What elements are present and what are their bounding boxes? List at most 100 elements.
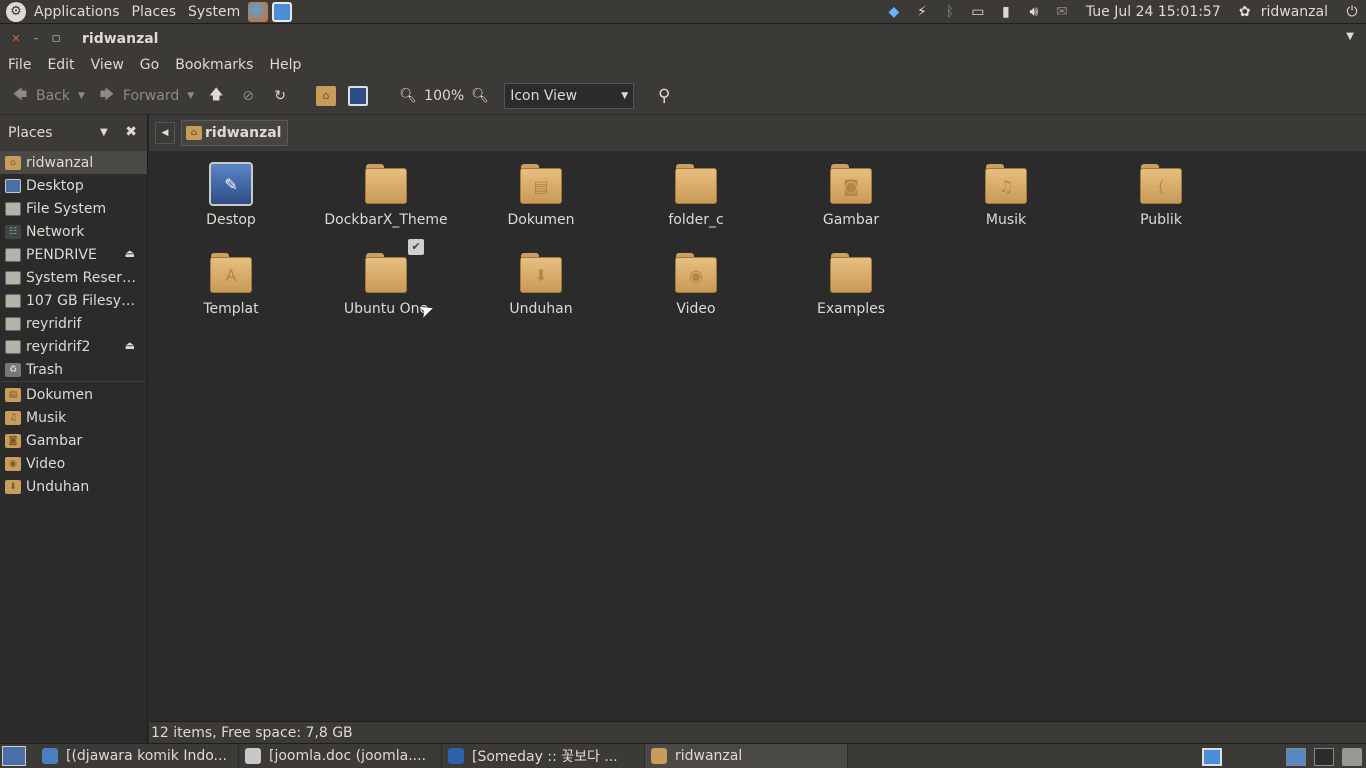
breadcrumb[interactable]: ⌂ ridwanzal — [181, 120, 289, 146]
view-mode-select[interactable]: Icon View ▼ — [504, 82, 635, 109]
file-item-gambar[interactable]: ◙ Gambar — [781, 162, 921, 228]
file-icon-view[interactable]: ✎ Destop DockbarX_Theme ▤ Dokumen folder… — [149, 152, 1366, 721]
taskbar-item[interactable]: [Someday :: 꽃보다 ... — [442, 744, 645, 768]
zoom-in-button[interactable]: 🔍︎ — [464, 81, 496, 111]
file-item-ubuntu-one[interactable]: ✔ Ubuntu One — [316, 239, 456, 317]
places-menu[interactable]: Places — [126, 4, 183, 20]
home-button[interactable]: ⌂ — [310, 81, 342, 111]
menu-edit[interactable]: Edit — [39, 57, 82, 73]
sidebar-item-trash[interactable]: ♻ Trash — [0, 358, 147, 381]
power-icon[interactable]: ⚡ — [908, 0, 936, 24]
sidebar-item-file-system[interactable]: File System — [0, 197, 147, 220]
sidebar-item-desktop[interactable]: Desktop — [0, 174, 147, 197]
menu-file[interactable]: File — [0, 57, 39, 73]
file-item-destop[interactable]: ✎ Destop — [161, 162, 301, 228]
pictures-folder-icon: ◙ — [829, 162, 873, 206]
file-item-folder-c[interactable]: folder_c — [626, 162, 766, 228]
clock[interactable]: Tue Jul 24 15:01:57 — [1076, 4, 1231, 20]
forward-button[interactable]: 🡆 Forward ▼ — [91, 81, 200, 111]
file-item-templat[interactable]: A Templat — [161, 251, 301, 317]
downloads-folder-icon: ⬇ — [519, 251, 563, 295]
computer-button[interactable] — [342, 81, 374, 111]
sidebar-item-dokumen[interactable]: ▤ Dokumen — [0, 383, 147, 406]
sidebar-close-icon[interactable]: ✖ — [125, 124, 137, 140]
path-scroll-left-icon[interactable]: ◀ — [155, 122, 175, 144]
reload-icon: ↻ — [274, 87, 287, 104]
back-button[interactable]: 🡄 Back ▼ — [4, 81, 91, 111]
user-name[interactable]: ridwanzal — [1259, 4, 1338, 20]
zoom-level[interactable]: 100% — [424, 88, 464, 104]
window-maximize-button[interactable]: ▢ — [49, 31, 63, 46]
menu-view[interactable]: View — [83, 57, 132, 73]
eject-icon[interactable]: ⏏ — [125, 339, 135, 352]
view-mode-value: Icon View — [510, 87, 578, 104]
zoom-out-button[interactable]: 🔍︎ — [392, 81, 424, 111]
file-item-video[interactable]: ◉ Video — [626, 251, 766, 317]
system-menu[interactable]: System — [182, 4, 246, 20]
firefox-launcher-icon[interactable] — [248, 1, 269, 22]
up-button[interactable]: 🡅 — [200, 81, 232, 111]
sidebar-item-musik[interactable]: ♫ Musik — [0, 406, 147, 429]
sidebar-item-home[interactable]: ⌂ ridwanzal — [0, 151, 147, 174]
sidebar-item-gambar[interactable]: ◙ Gambar — [0, 429, 147, 452]
back-history-chevron-icon[interactable]: ▼ — [78, 91, 85, 101]
messaging-icon[interactable]: ◆ — [880, 0, 908, 24]
sidebar-item-system-reserved[interactable]: System Reserved — [0, 266, 147, 289]
sidebar-item-pendrive[interactable]: PENDRIVE ⏏ — [0, 243, 147, 266]
trash-icon[interactable] — [1342, 747, 1362, 766]
file-item-musik[interactable]: ♫ Musik — [936, 162, 1076, 228]
mail-icon[interactable]: ✉ — [1048, 0, 1076, 24]
browser-icon — [42, 748, 58, 764]
home-folder-icon: ⌂ — [186, 126, 202, 140]
file-item-dokumen[interactable]: ▤ Dokumen — [471, 162, 611, 228]
home-folder-icon: ⌂ — [316, 85, 337, 106]
reload-button[interactable]: ↻ — [264, 81, 296, 111]
menu-bookmarks[interactable]: Bookmarks — [167, 57, 261, 73]
sidebar-item-reyridrif[interactable]: reyridrif — [0, 312, 147, 335]
file-label: folder_c — [668, 212, 724, 228]
window-minimize-button[interactable]: – — [29, 31, 43, 46]
sidebar-item-unduhan[interactable]: ⬇ Unduhan — [0, 475, 147, 498]
user-icon[interactable]: ✿ — [1231, 0, 1259, 24]
file-item-examples[interactable]: Examples — [781, 251, 921, 317]
sidebar-item-reyridrif2[interactable]: reyridrif2 ⏏ — [0, 335, 147, 358]
eject-icon[interactable]: ⏏ — [125, 247, 135, 260]
stop-icon: ⊘ — [242, 87, 255, 104]
workspace-2-icon[interactable] — [1314, 747, 1334, 766]
taskbar-item[interactable]: [joomla.doc (joomla.... — [239, 744, 442, 768]
file-item-unduhan[interactable]: ⬇ Unduhan — [471, 251, 611, 317]
bluetooth-icon[interactable]: ᛒ — [936, 0, 964, 24]
sidebar-item-label: Trash — [26, 361, 63, 378]
volume-icon[interactable]: 🔊︎ — [1020, 0, 1048, 24]
chevron-down-icon: ▼ — [621, 90, 629, 101]
show-desktop-button[interactable] — [2, 746, 26, 766]
ubuntu-logo-icon[interactable]: ⚙ — [6, 1, 26, 22]
sidebar-title[interactable]: Places — [8, 125, 53, 141]
shutdown-icon[interactable]: ⏻ — [1338, 0, 1366, 24]
taskbar-item[interactable]: [(djawara komik Indo... — [36, 744, 239, 768]
sidebar-mode-chevron-icon[interactable]: ▼ — [100, 127, 108, 138]
file-label: Publik — [1140, 212, 1182, 228]
forward-history-chevron-icon[interactable]: ▼ — [187, 91, 194, 101]
menu-go[interactable]: Go — [132, 57, 167, 73]
browser-tray-icon[interactable] — [1202, 747, 1222, 766]
stop-button[interactable]: ⊘ — [232, 81, 264, 111]
sidebar-item-label: ridwanzal — [26, 154, 94, 171]
window-close-button[interactable]: ✕ — [9, 31, 23, 46]
sidebar-item-107gb[interactable]: 107 GB Filesys... — [0, 289, 147, 312]
network-signal-icon[interactable]: ▮ — [992, 0, 1020, 24]
file-item-dockbarx-theme[interactable]: DockbarX_Theme — [316, 162, 456, 228]
applications-menu[interactable]: Applications — [28, 4, 126, 20]
taskbar-item-active[interactable]: ridwanzal — [645, 744, 848, 768]
battery-icon[interactable]: ▭ — [964, 0, 992, 24]
search-button[interactable]: ⚲ — [648, 81, 680, 111]
browser-launcher-icon[interactable] — [272, 1, 293, 22]
file-item-publik[interactable]: ⟨ Publik — [1091, 162, 1231, 228]
menu-help[interactable]: Help — [261, 57, 309, 73]
window-menu-chevron-icon[interactable]: ▼ — [1346, 31, 1354, 42]
drive-icon — [5, 201, 21, 216]
workspace-1-icon[interactable] — [1286, 747, 1306, 766]
documents-folder-icon: ▤ — [5, 387, 21, 402]
sidebar-item-network[interactable]: ☷ Network — [0, 220, 147, 243]
sidebar-item-video[interactable]: ◉ Video — [0, 452, 147, 475]
